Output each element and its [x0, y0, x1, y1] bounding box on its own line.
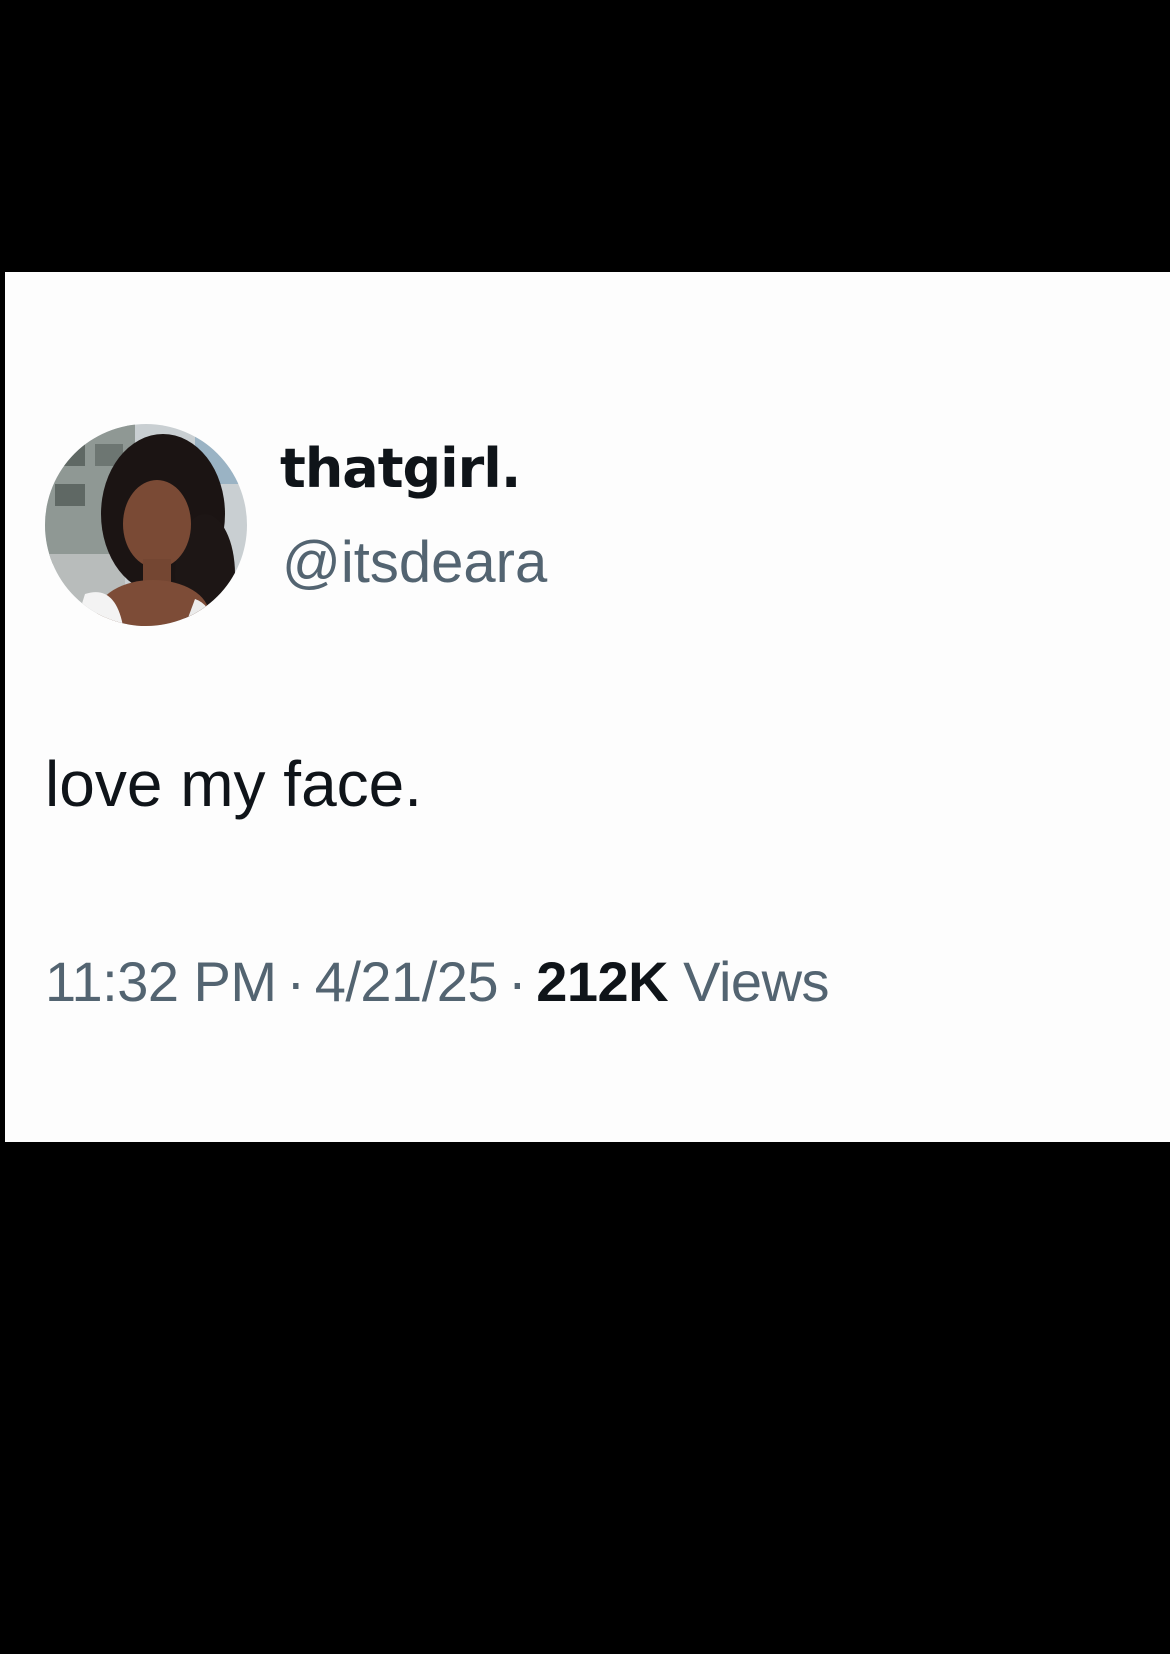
tweet-text: love my face. — [45, 748, 423, 820]
tweet-time[interactable]: 11:32 PM — [45, 950, 277, 1013]
avatar-photo-icon — [45, 424, 247, 626]
avatar[interactable] — [45, 424, 247, 626]
meta-separator: · — [508, 950, 527, 1013]
tweet-card: thatgirl. @itsdeara love my face. 11:32 … — [5, 272, 1170, 1142]
views-label: Views — [683, 950, 830, 1013]
tweet-date[interactable]: 4/21/25 — [315, 950, 499, 1013]
views-count[interactable]: 212K — [536, 950, 668, 1013]
video-frame: thatgirl. @itsdeara love my face. 11:32 … — [0, 0, 1170, 1654]
user-handle[interactable]: @itsdeara — [282, 534, 547, 592]
meta-separator: · — [286, 950, 306, 1013]
display-name[interactable]: thatgirl. — [280, 442, 521, 496]
tweet-metadata: 11:32 PM · 4/21/25 · 212K Views — [45, 954, 830, 1010]
